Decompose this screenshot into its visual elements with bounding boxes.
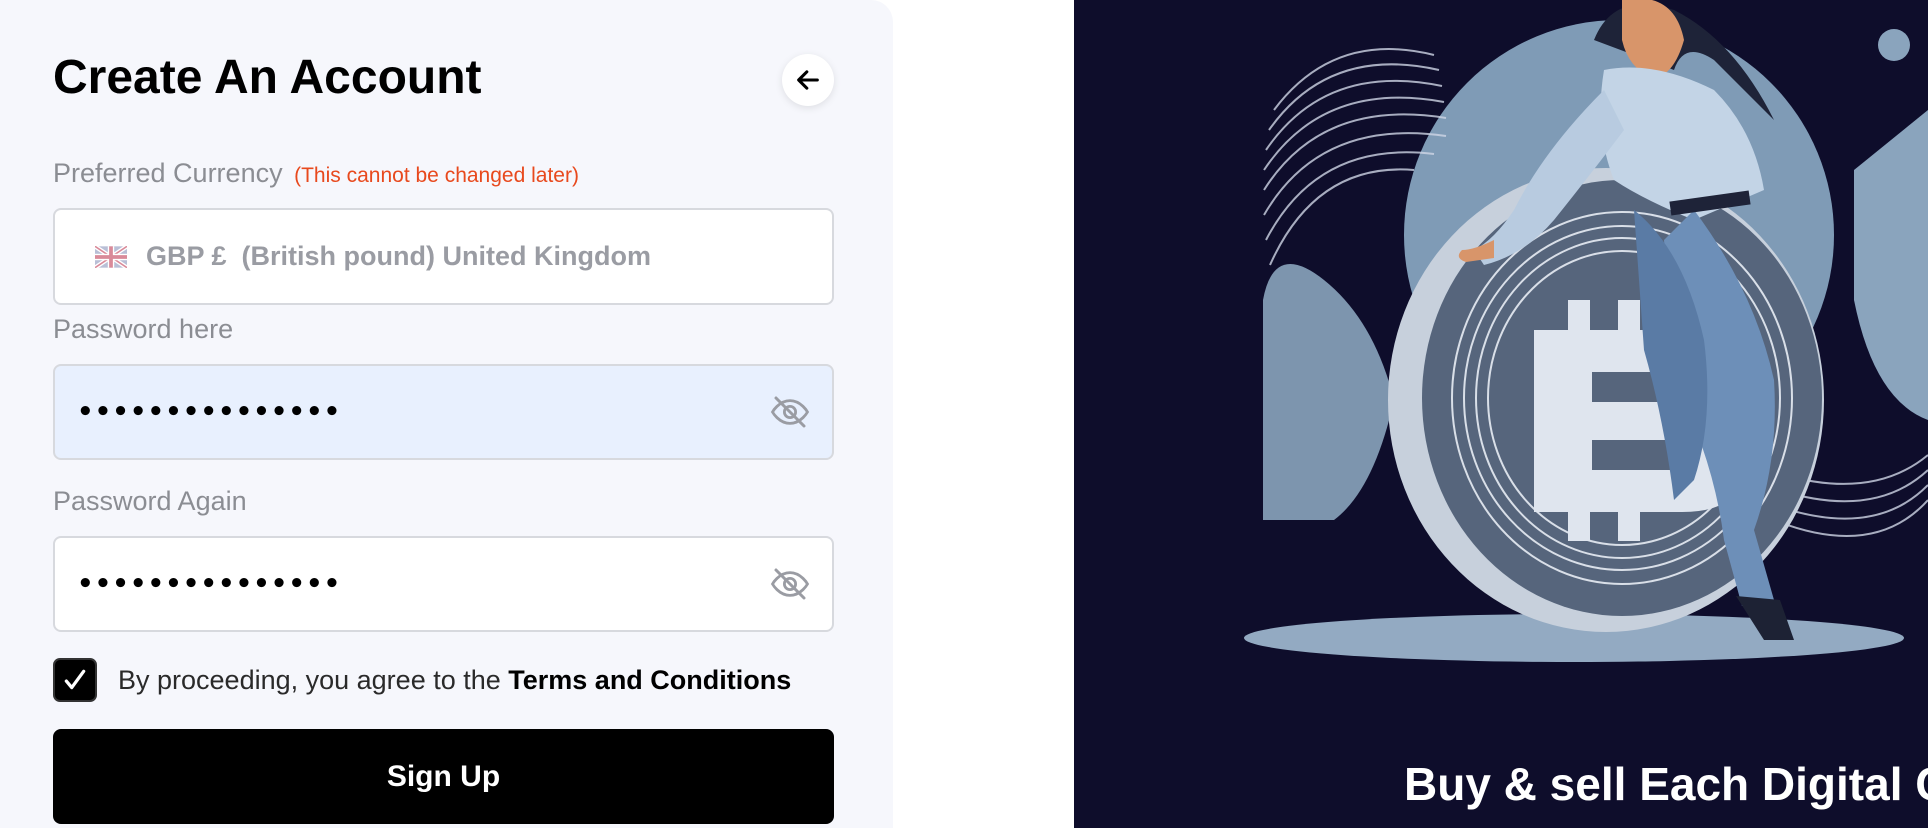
- signup-form-panel: Create An Account Preferred Currency (Th…: [0, 0, 893, 828]
- illustration-left-blob: [1263, 264, 1394, 520]
- password-again-field-wrapper: [53, 536, 834, 632]
- sign-up-button[interactable]: Sign Up: [53, 729, 834, 824]
- password-input[interactable]: [75, 366, 735, 458]
- password-visibility-toggle[interactable]: [768, 390, 812, 434]
- password-field-wrapper: [53, 364, 834, 460]
- password-label: Password here: [53, 314, 234, 344]
- currency-warning-note: (This cannot be changed later): [294, 164, 579, 187]
- illustration-small-dot: [1878, 29, 1910, 61]
- eye-slash-icon: [770, 568, 810, 600]
- terms-prefix: By proceeding, you agree to the: [118, 664, 509, 695]
- back-button[interactable]: [782, 54, 834, 106]
- terms-text: By proceeding, you agree to the Terms an…: [118, 665, 791, 696]
- password-again-label: Password Again: [53, 486, 247, 516]
- currency-label-text: Preferred Currency: [53, 158, 283, 188]
- password-again-visibility-toggle[interactable]: [768, 562, 812, 606]
- currency-label: Preferred Currency (This cannot be chang…: [53, 158, 579, 189]
- terms-row: By proceeding, you agree to the Terms an…: [53, 658, 791, 702]
- uk-flag-icon: [95, 245, 127, 268]
- password-again-input[interactable]: [75, 538, 735, 630]
- page-title: Create An Account: [53, 51, 482, 104]
- currency-select[interactable]: GBP £ (British pound) United Kingdom: [53, 208, 834, 305]
- illustration-right-shape: [1854, 110, 1928, 420]
- hero-heading: Buy & sell Each Digital Crypto: [1404, 758, 1928, 810]
- bitcoin-woman-illustration: [1244, 0, 1928, 662]
- terms-and-conditions-link[interactable]: Terms and Conditions: [508, 665, 791, 695]
- currency-value: GBP £ (British pound) United Kingdom: [146, 241, 651, 271]
- hero-panel: Buy & sell Each Digital Crypto: [1074, 0, 1928, 828]
- checkmark-icon: [64, 669, 86, 690]
- terms-checkbox[interactable]: [53, 658, 97, 702]
- arrow-left-icon: [797, 70, 819, 90]
- eye-slash-icon: [770, 396, 810, 428]
- form-header: Create An Account: [53, 46, 834, 116]
